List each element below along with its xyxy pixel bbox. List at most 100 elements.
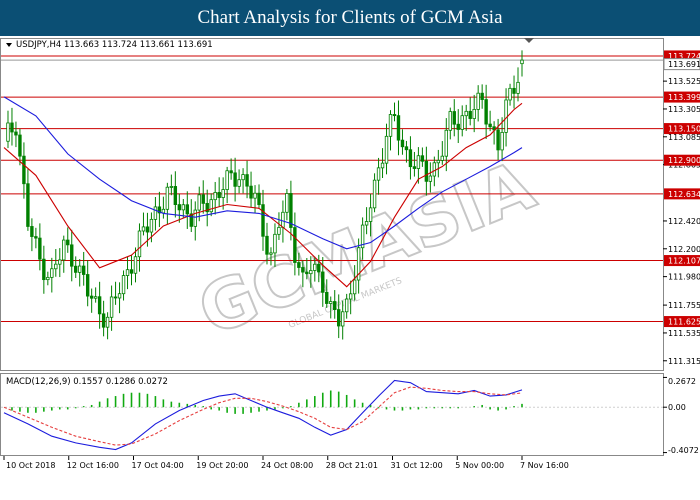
- candle-body: [412, 166, 417, 169]
- time-tick-label: 12 Oct 16:00: [67, 461, 119, 470]
- candle-body: [337, 309, 341, 327]
- price-tick-label: 111.755: [668, 301, 700, 310]
- candle-body: [133, 256, 138, 274]
- price-tick-label: 111.980: [668, 273, 700, 282]
- candle-body: [372, 179, 377, 209]
- price-tags: 113.724113.691113.399113.150112.900112.6…: [663, 50, 700, 328]
- candle-body: [245, 174, 249, 187]
- candle-body: [74, 265, 78, 273]
- candle-body: [237, 179, 241, 187]
- candle-body: [66, 239, 70, 246]
- candle-body: [516, 81, 520, 94]
- price-tag-label: 112.634: [668, 190, 700, 199]
- time-tick-label: 17 Oct 04:00: [132, 461, 184, 470]
- candle-body: [18, 134, 22, 157]
- candle-body: [22, 155, 26, 185]
- candle-body: [46, 276, 50, 281]
- candle-body: [348, 293, 353, 300]
- macd-axis: 0.2672 0.00 -0.4072: [663, 376, 699, 455]
- candle-body: [169, 186, 174, 188]
- candle-body: [89, 295, 94, 299]
- candle-body: [34, 236, 38, 239]
- price-tick-label: 113.525: [668, 77, 700, 86]
- candle-body: [261, 204, 265, 237]
- candle-body: [233, 172, 237, 187]
- chart-header: Chart Analysis for Clients of GCM Asia: [0, 0, 700, 36]
- candle-body: [209, 199, 213, 213]
- candle-body: [177, 204, 182, 211]
- candle-body: [101, 313, 106, 328]
- candle-body: [50, 268, 54, 278]
- candle-body: [364, 221, 369, 226]
- price-tick-label: 112.420: [668, 217, 700, 226]
- price-tick-label: 113.085: [668, 133, 700, 142]
- candle-body: [201, 194, 205, 204]
- candle-body: [329, 301, 333, 304]
- candle-body: [105, 316, 110, 328]
- macd-tick-label: -0.4072: [668, 446, 699, 455]
- candle-body: [500, 131, 504, 151]
- price-tag-label: 112.900: [668, 156, 700, 165]
- candle-body: [520, 59, 524, 65]
- candle-body: [137, 230, 142, 258]
- candle-body: [54, 263, 58, 270]
- candle-body: [468, 110, 472, 119]
- candle-body: [277, 227, 281, 235]
- candle-body: [97, 296, 102, 315]
- candle-body: [269, 252, 273, 255]
- candle-body: [113, 296, 118, 299]
- candle-body: [488, 123, 492, 128]
- candle-body: [380, 162, 385, 169]
- chart-title: Chart Analysis for Clients of GCM Asia: [197, 7, 503, 28]
- candle-body: [141, 226, 146, 232]
- candle-body: [293, 227, 297, 263]
- candle-body: [456, 123, 460, 130]
- candle-body: [309, 270, 313, 275]
- candle-body: [197, 194, 201, 211]
- candle-body: [400, 139, 405, 148]
- candle-body: [125, 269, 130, 276]
- candle-body: [281, 211, 285, 228]
- time-tick-label: 24 Oct 08:00: [261, 461, 313, 470]
- candle-body: [416, 155, 421, 169]
- candle-body: [213, 192, 217, 201]
- candle-body: [472, 109, 476, 119]
- candle-body: [408, 149, 413, 168]
- candle-body: [149, 218, 154, 233]
- candle-body: [512, 87, 516, 94]
- candle-body: [388, 114, 393, 137]
- time-axis: 10 Oct 2018 12 Oct 16:00 17 Oct 04:00 19 Oc…: [3, 456, 569, 470]
- price-chart[interactable]: GCMASIA GLOBAL CAPITAL MARKETS 113.52511…: [0, 36, 700, 500]
- candle-body: [117, 293, 122, 299]
- price-panel-header: USDJPY,H4 113.663 113.724 113.661 113.69…: [16, 40, 213, 50]
- candle-body: [432, 162, 437, 177]
- candle-body: [173, 186, 178, 205]
- candle-body: [70, 244, 74, 267]
- candle-body: [30, 226, 34, 237]
- candle-body: [257, 192, 261, 206]
- candle-body: [317, 263, 321, 273]
- candle-body: [384, 135, 389, 164]
- candle-body: [185, 204, 189, 215]
- candle-body: [504, 99, 508, 133]
- price-tag-label: 112.107: [668, 257, 700, 266]
- candle-body: [6, 122, 10, 142]
- candle-body: [249, 185, 253, 199]
- price-tag-label: 113.399: [668, 93, 700, 102]
- candle-body: [368, 207, 373, 222]
- price-tick-label: 112.200: [668, 245, 700, 254]
- time-tick-label: 5 Nov 00:00: [455, 461, 504, 470]
- time-tick-label: 28 Oct 21:01: [326, 461, 378, 470]
- candle-body: [376, 167, 381, 181]
- candle-body: [436, 160, 441, 164]
- candle-body: [305, 271, 309, 275]
- candle-body: [440, 155, 445, 161]
- candle-body: [265, 235, 269, 255]
- candle-body: [78, 265, 82, 273]
- candle-body: [165, 186, 170, 210]
- candle-body: [340, 311, 345, 327]
- candle-body: [289, 193, 293, 228]
- candle-body: [42, 258, 46, 281]
- candle-body: [217, 192, 221, 198]
- candle-body: [62, 239, 66, 261]
